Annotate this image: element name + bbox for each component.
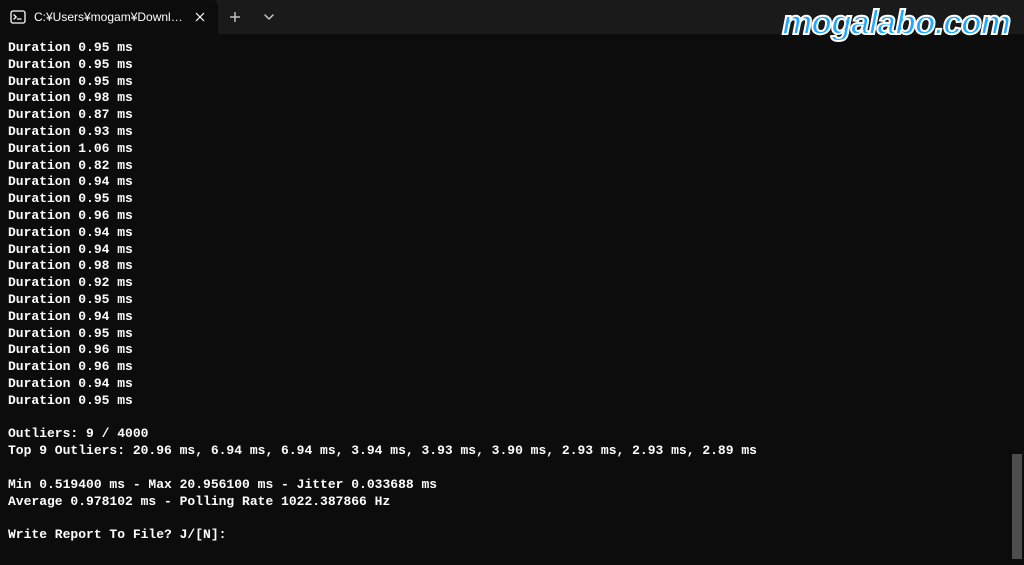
duration-line: Duration 0.92 ms: [8, 275, 1016, 292]
close-icon: [195, 12, 205, 22]
duration-line: Duration 0.94 ms: [8, 225, 1016, 242]
duration-line: Duration 0.95 ms: [8, 326, 1016, 343]
stats-line: Average 0.978102 ms - Polling Rate 1022.…: [8, 494, 1016, 511]
tab-dropdown-button[interactable]: [252, 0, 286, 34]
prompt-line: Write Report To File? J/[N]:: [8, 527, 1016, 544]
duration-line: Duration 0.87 ms: [8, 107, 1016, 124]
duration-line: Duration 0.96 ms: [8, 342, 1016, 359]
terminal-blank-line: [8, 460, 1016, 477]
terminal-blank-line: [8, 510, 1016, 527]
outliers-count-line: Outliers: 9 / 4000: [8, 426, 1016, 443]
tab-label: C:¥Users¥mogam¥Downloads: [34, 10, 184, 24]
scrollbar-vertical[interactable]: [1012, 34, 1022, 563]
new-tab-button[interactable]: [218, 0, 252, 34]
stats-line: Min 0.519400 ms - Max 20.956100 ms - Jit…: [8, 477, 1016, 494]
duration-line: Duration 0.96 ms: [8, 359, 1016, 376]
duration-line: Duration 0.95 ms: [8, 40, 1016, 57]
chevron-down-icon: [263, 11, 275, 23]
duration-line: Duration 0.96 ms: [8, 208, 1016, 225]
duration-line: Duration 0.98 ms: [8, 90, 1016, 107]
terminal-output[interactable]: Duration 0.95 msDuration 0.95 msDuration…: [0, 34, 1024, 565]
duration-line: Duration 0.94 ms: [8, 309, 1016, 326]
duration-line: Duration 0.94 ms: [8, 376, 1016, 393]
duration-line: Duration 1.06 ms: [8, 141, 1016, 158]
duration-line: Duration 0.98 ms: [8, 258, 1016, 275]
duration-line: Duration 0.95 ms: [8, 74, 1016, 91]
terminal-icon: [10, 9, 26, 25]
duration-line: Duration 0.82 ms: [8, 158, 1016, 175]
terminal-blank-line: [8, 410, 1016, 427]
titlebar: C:¥Users¥mogam¥Downloads: [0, 0, 1024, 34]
duration-line: Duration 0.95 ms: [8, 292, 1016, 309]
duration-line: Duration 0.95 ms: [8, 393, 1016, 410]
tab-active[interactable]: C:¥Users¥mogam¥Downloads: [0, 0, 218, 34]
duration-line: Duration 0.94 ms: [8, 242, 1016, 259]
plus-icon: [229, 11, 241, 23]
duration-line: Duration 0.95 ms: [8, 191, 1016, 208]
duration-line: Duration 0.94 ms: [8, 174, 1016, 191]
tab-close-button[interactable]: [192, 9, 208, 25]
outliers-top-line: Top 9 Outliers: 20.96 ms, 6.94 ms, 6.94 …: [8, 443, 1016, 460]
duration-line: Duration 0.95 ms: [8, 57, 1016, 74]
scrollbar-thumb[interactable]: [1012, 454, 1022, 559]
duration-line: Duration 0.93 ms: [8, 124, 1016, 141]
